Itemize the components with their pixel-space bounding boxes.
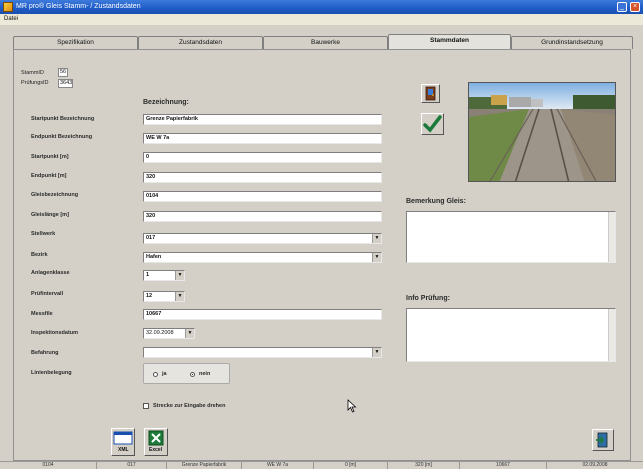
stammid-label: StammID [21,70,44,76]
tab-bauwerke[interactable]: Bauwerke [263,36,388,49]
bezirk-select[interactable]: Hafen ▼ [143,252,382,263]
window-title: MR pro® Gleis Stamm- / Zustandsdaten [16,3,141,10]
chevron-down-icon[interactable]: ▼ [372,253,381,262]
tab-strip: Spezifikation Zustandsdaten Bauwerke Sta… [13,34,643,49]
befahrung-select[interactable]: ▼ [143,347,382,358]
xml-label: XML [118,447,129,453]
app-icon [3,2,13,12]
door-button[interactable] [421,84,440,103]
label-befahrung: Befahrung [31,350,59,356]
inspektionsdatum-value: 32.09.2008 [146,330,174,336]
gleislaenge-input[interactable]: 320 [143,211,382,222]
chevron-down-icon[interactable]: ▼ [175,292,184,301]
label-inspektionsdatum: Inspektionsdatum [31,330,79,336]
anlagenklasse-value: 1 [146,272,150,278]
inspektionsdatum-picker[interactable]: 32.09.2008 ▼ [143,328,195,339]
anlagenklasse-select[interactable]: 1 ▼ [143,270,185,281]
label-linienbelegung: Linienbelegung [31,370,72,376]
scrollbar[interactable] [608,212,615,262]
bezirk-value: Hafen [146,254,162,260]
label-bezirk: Bezirk [31,252,48,258]
bemerkung-textarea[interactable] [406,211,616,263]
label-gleislaenge: Gleislänge [m] [31,212,69,218]
menu-datei[interactable]: Datei [4,16,18,22]
label-startpunkt-m: Startpunkt [m] [31,154,69,160]
pruefintervall-value: 12 [146,293,153,299]
stellwerk-value: 017 [146,235,156,241]
endpunkt-m-input[interactable]: 320 [143,172,382,183]
checkmark-icon [423,115,442,133]
close-button[interactable]: × [630,2,640,12]
xml-export-button[interactable]: XML [111,428,135,456]
scrollbar[interactable] [608,309,615,361]
excel-icon [148,430,164,446]
messfile-input[interactable]: 10667 [143,309,382,320]
tab-stammdaten[interactable]: Stammdaten [388,34,511,49]
chevron-down-icon[interactable]: ▼ [372,234,381,243]
exit-icon [596,432,608,448]
status-bar: 0104 017 Grenze Papierfabrik WE W 7a 0 [… [0,461,643,469]
title-bar: MR pro® Gleis Stamm- / Zustandsdaten _ × [0,0,643,14]
exit-button[interactable] [592,429,614,451]
pruefungsid-label: PrüfungsID [21,80,49,86]
label-gleisbezeichnung: Gleisbezeichnung [31,192,79,198]
excel-button[interactable]: Excel [144,428,168,456]
chevron-down-icon[interactable]: ▼ [175,271,184,280]
bezeichnung-header: Bezeichnung: [143,99,189,106]
strecke-drehen-checkbox[interactable] [143,403,149,409]
strecke-drehen-label: Strecke zur Eingabe drehen [153,403,226,409]
label-endpunkt-bezeichnung: Endpunkt Bezeichnung [31,134,93,140]
pruefungsid-value: 3643 [58,79,73,88]
info-pruefung-textarea[interactable] [406,308,616,362]
mouse-cursor-icon [347,399,357,413]
radio-ja-label: ja [162,371,167,377]
door-icon [425,86,436,101]
xml-export-icon [113,431,133,445]
label-pruefintervall: Prüfintervall [31,291,64,297]
bemerkung-label: Bemerkung Gleis: [406,198,466,205]
tab-zustandsdaten[interactable]: Zustandsdaten [138,36,263,49]
label-messfile: Messfile [31,311,53,317]
chevron-down-icon[interactable]: ▼ [372,348,381,357]
stammid-value: 56 [58,68,68,77]
pruefintervall-select[interactable]: 12 ▼ [143,291,185,302]
minimize-button[interactable]: _ [617,2,627,12]
tab-grundinstandsetzung[interactable]: Grundinstandsetzung [511,36,633,49]
startpunkt-m-input[interactable]: 0 [143,152,382,163]
label-anlagenklasse: Anlagenklasse [31,270,70,276]
gleisbezeichnung-input[interactable]: 0104 [143,191,382,202]
radio-ja[interactable] [153,372,158,377]
excel-label: Excel [149,447,163,453]
endpunkt-bezeichnung-input[interactable]: WE W 7a [143,133,382,144]
radio-nein[interactable] [190,372,195,377]
stellwerk-select[interactable]: 017 ▼ [143,233,382,244]
chevron-down-icon[interactable]: ▼ [185,329,194,338]
label-stellwerk: Stellwerk [31,231,56,237]
info-pruefung-label: Info Prüfung: [406,295,450,302]
radio-nein-label: nein [199,371,211,377]
tab-spezifikation[interactable]: Spezifikation [13,36,138,49]
linienbelegung-radio-group: ja nein [143,363,230,384]
confirm-button[interactable] [421,113,444,135]
label-endpunkt-m: Endpunkt [m] [31,173,67,179]
startpunkt-bezeichnung-input[interactable]: Grenze Papierfabrik [143,114,382,125]
track-photo [468,82,616,182]
label-startpunkt-bezeichnung: Startpunkt Bezeichnung [31,116,95,122]
menu-bar: Datei [0,14,643,25]
